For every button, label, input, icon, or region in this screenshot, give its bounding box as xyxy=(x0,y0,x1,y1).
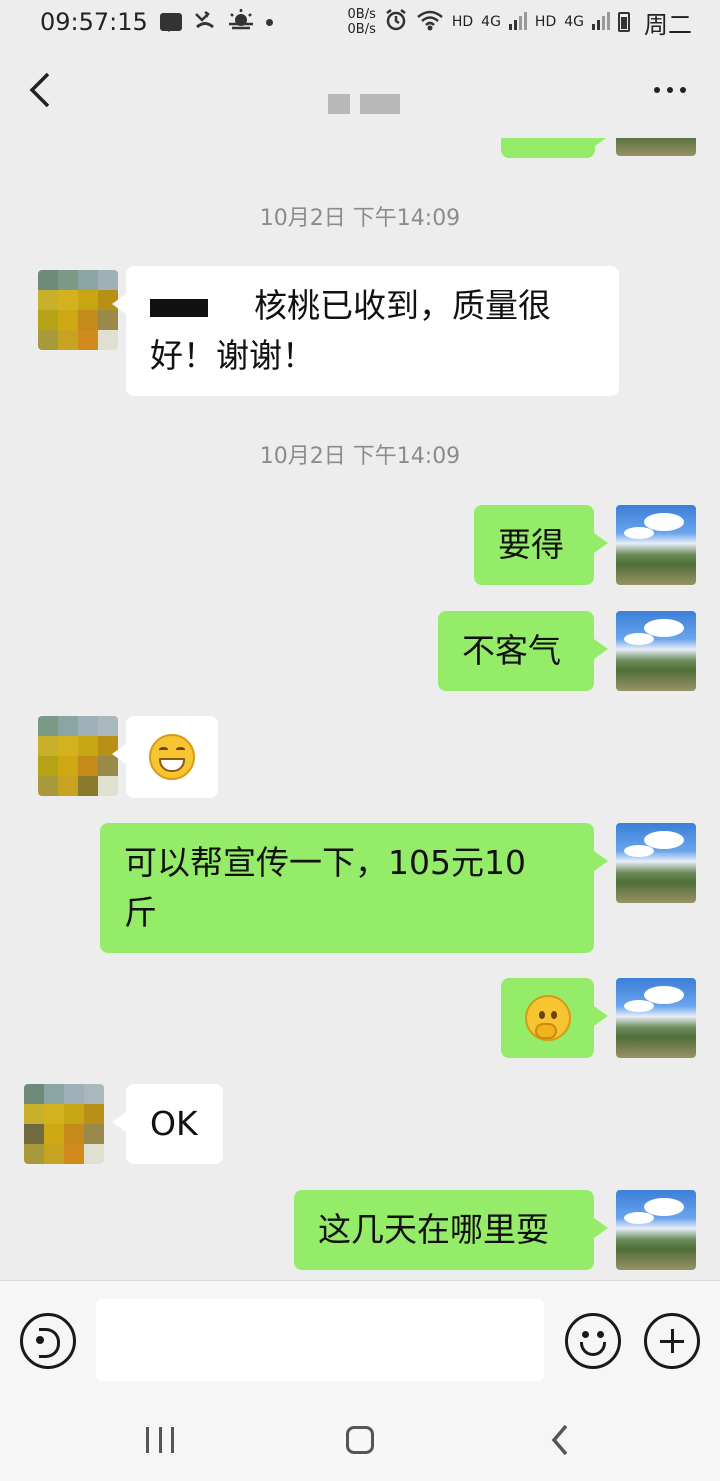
more-button[interactable] xyxy=(650,80,690,100)
message-icon xyxy=(159,13,182,32)
contact-avatar[interactable] xyxy=(38,716,118,796)
message-bubble-sent[interactable]: 这几天在哪里耍 xyxy=(294,1190,608,1270)
battery-icon xyxy=(618,12,630,32)
input-bar xyxy=(0,1280,720,1400)
hd-label-2: HD xyxy=(534,14,557,30)
home-icon[interactable] xyxy=(346,1426,374,1454)
contact-avatar[interactable] xyxy=(38,270,118,350)
message-input[interactable] xyxy=(96,1299,544,1381)
my-avatar[interactable] xyxy=(616,611,696,691)
weather-icon xyxy=(228,8,254,36)
contact-avatar[interactable] xyxy=(24,1084,104,1164)
message-bubble-received[interactable] xyxy=(112,716,218,798)
my-avatar[interactable] xyxy=(616,505,696,585)
grin-emoji-icon xyxy=(149,734,195,780)
hd-label-1: HD xyxy=(451,14,474,30)
plus-icon[interactable] xyxy=(644,1313,700,1369)
message-bubble-received[interactable]: OK xyxy=(112,1084,223,1164)
wifi-icon xyxy=(416,9,444,35)
status-time: 09:57:15 xyxy=(40,8,148,36)
redacted-name xyxy=(150,298,208,317)
message-bubble-sent[interactable]: 不客气 xyxy=(438,611,608,691)
contact-name-redacted xyxy=(328,94,408,114)
weekday: 周二 xyxy=(644,10,692,39)
nav-back-icon[interactable] xyxy=(546,1422,576,1458)
network-type-2: 4G xyxy=(564,14,584,30)
thinking-emoji-icon xyxy=(525,995,571,1041)
back-button[interactable] xyxy=(22,70,62,110)
my-avatar[interactable] xyxy=(616,138,696,156)
message-bubble-sent[interactable]: 要得 xyxy=(474,505,608,585)
signal-icon-1 xyxy=(508,10,527,34)
system-nav-bar xyxy=(0,1400,720,1481)
recent-apps-icon[interactable] xyxy=(146,1427,174,1453)
my-avatar[interactable] xyxy=(616,1190,696,1270)
network-speed: 0B/s 0B/s xyxy=(347,7,376,37)
message-bubble-sent[interactable] xyxy=(501,978,608,1058)
missed-call-icon xyxy=(194,8,216,36)
more-dots-icon xyxy=(654,87,660,93)
emoji-icon[interactable] xyxy=(565,1313,621,1369)
message-bubble-partial[interactable] xyxy=(501,138,609,158)
chat-messages[interactable]: 10月2日 下午14:09 核桃已收到，质量很 好！谢谢！ 10月2日 下午14… xyxy=(0,138,720,1280)
my-avatar[interactable] xyxy=(616,978,696,1058)
timestamp: 10月2日 下午14:09 xyxy=(259,444,461,469)
network-type-1: 4G xyxy=(481,14,501,30)
alarm-icon xyxy=(384,8,408,36)
voice-icon[interactable] xyxy=(20,1313,76,1369)
message-bubble-sent[interactable]: 可以帮宣传一下，105元10 斤 xyxy=(100,823,608,953)
status-bar: 09:57:15 0B/s 0B/s HD 4G HD 4G 周二 xyxy=(0,0,720,44)
chat-header xyxy=(0,44,720,138)
dot-icon xyxy=(265,18,273,26)
message-bubble-received[interactable]: 核桃已收到，质量很 好！谢谢！ xyxy=(112,266,619,396)
signal-icon-2 xyxy=(592,10,610,34)
timestamp: 10月2日 下午14:09 xyxy=(259,206,461,231)
my-avatar[interactable] xyxy=(616,823,696,903)
chevron-left-icon xyxy=(29,72,50,108)
